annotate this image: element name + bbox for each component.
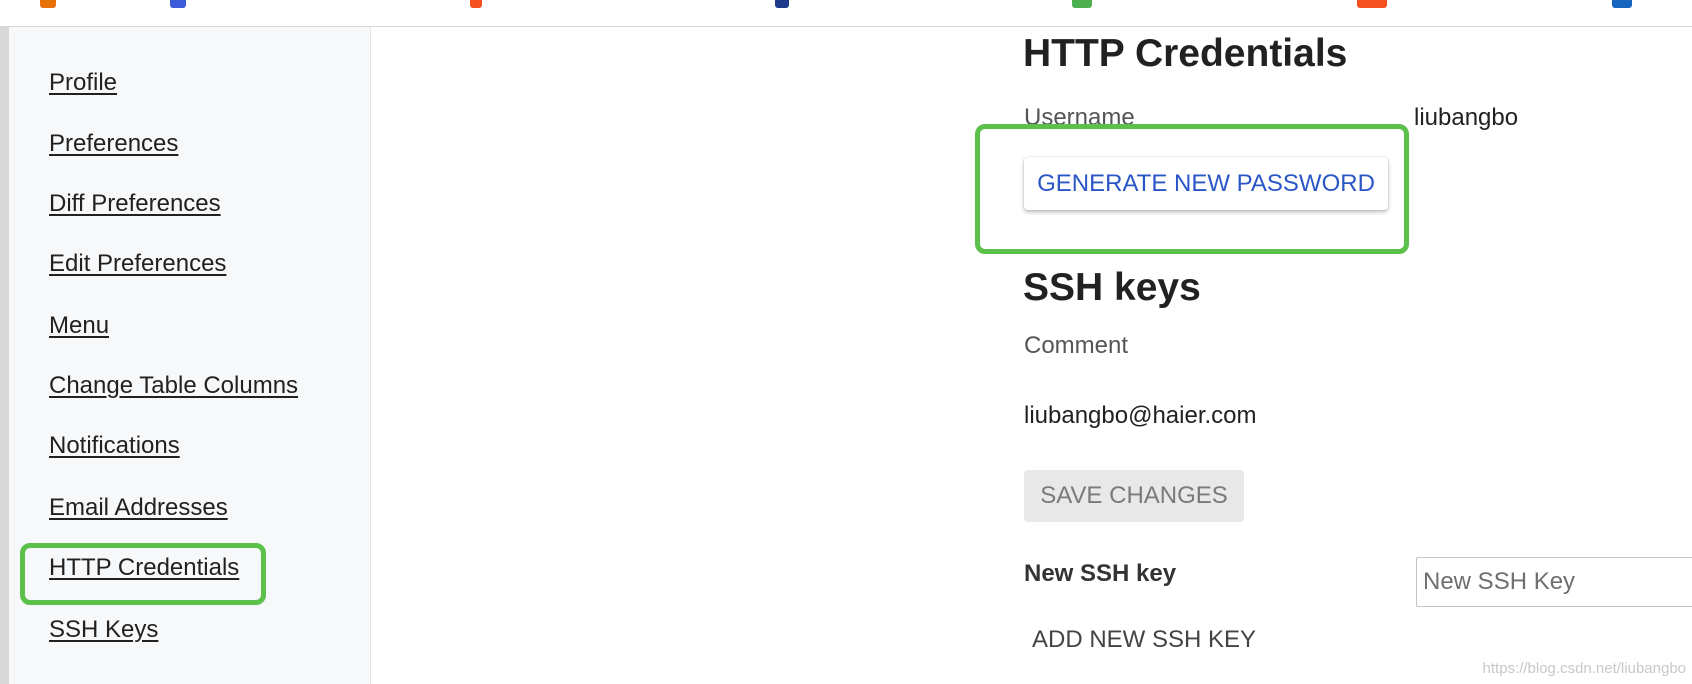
sidebar-item-ssh-keys[interactable]: SSH Keys <box>49 616 158 644</box>
add-new-ssh-key-button[interactable]: ADD NEW SSH KEY <box>1032 626 1256 654</box>
sidebar-item-http-credentials[interactable]: HTTP Credentials <box>49 554 239 582</box>
username-value: liubangbo <box>1414 104 1519 131</box>
bookmark-icon[interactable] <box>1072 0 1092 8</box>
bookmark-icon[interactable] <box>170 0 186 8</box>
page: Profile Preferences Diff Preferences Edi… <box>0 0 1692 684</box>
window-edge <box>0 26 9 684</box>
bookmark-bar <box>0 0 1692 27</box>
sidebar-item-preferences[interactable]: Preferences <box>49 130 178 158</box>
comment-label: Comment <box>1024 332 1129 359</box>
settings-sidebar: Profile Preferences Diff Preferences Edi… <box>9 27 371 684</box>
generate-new-password-button[interactable]: GENERATE NEW PASSWORD <box>1024 157 1388 210</box>
sidebar-item-notifications[interactable]: Notifications <box>49 432 180 460</box>
ssh-keys-title: SSH keys <box>1023 266 1201 309</box>
watermark: https://blog.csdn.net/liubangbo <box>1482 660 1686 677</box>
http-credentials-title: HTTP Credentials <box>1023 32 1348 75</box>
sidebar-item-email-addresses[interactable]: Email Addresses <box>49 494 228 522</box>
ssh-key-comment-value: liubangbo@haier.com <box>1024 402 1257 429</box>
bookmark-icon[interactable] <box>40 0 56 8</box>
sidebar-item-diff-preferences[interactable]: Diff Preferences <box>49 190 221 218</box>
save-changes-button[interactable]: SAVE CHANGES <box>1024 470 1244 522</box>
bookmark-icon[interactable] <box>1612 0 1632 8</box>
bookmark-icon[interactable] <box>775 0 789 8</box>
bookmark-icon[interactable] <box>1357 0 1387 8</box>
new-ssh-key-input[interactable] <box>1416 557 1692 607</box>
sidebar-item-change-table-columns[interactable]: Change Table Columns <box>49 372 298 400</box>
sidebar-item-menu[interactable]: Menu <box>49 312 109 340</box>
bookmark-icon[interactable] <box>470 0 482 8</box>
sidebar-item-edit-preferences[interactable]: Edit Preferences <box>49 250 226 278</box>
username-label: Username <box>1024 104 1135 131</box>
new-ssh-key-label: New SSH key <box>1024 560 1177 587</box>
sidebar-item-profile[interactable]: Profile <box>49 69 117 97</box>
